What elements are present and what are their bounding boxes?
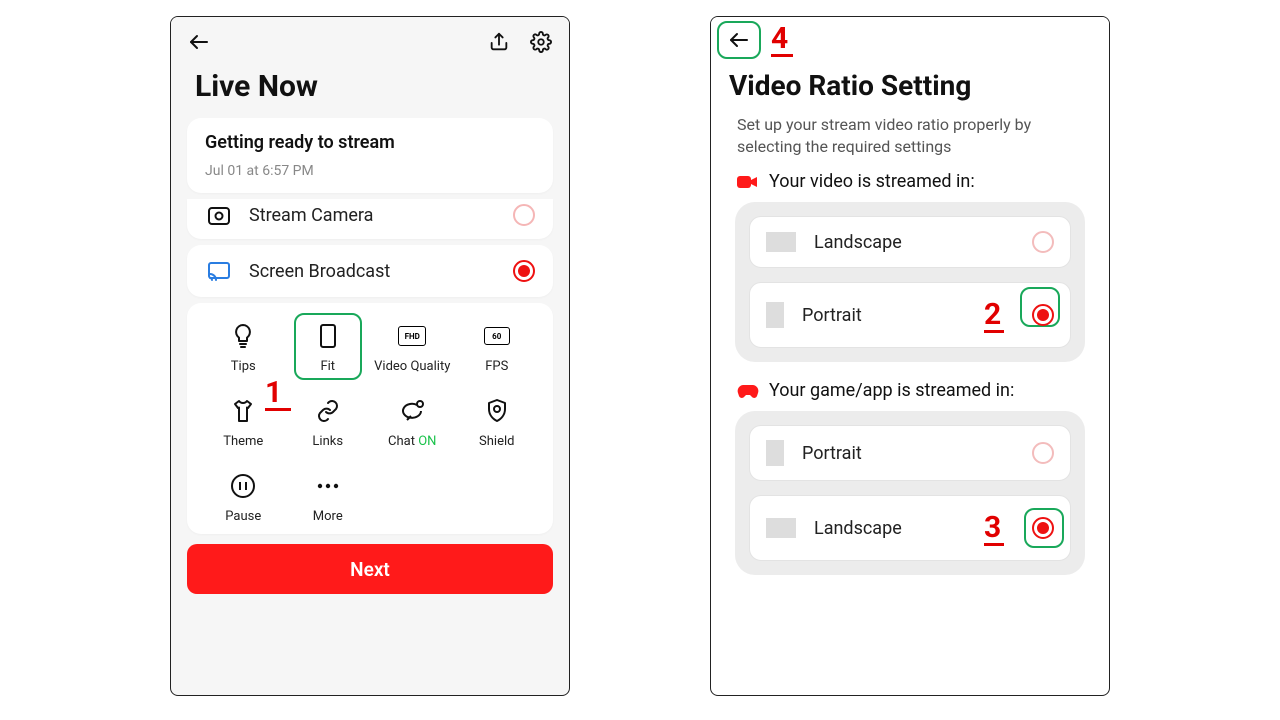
landscape-thumb-icon xyxy=(766,232,796,252)
tool-label: Video Quality xyxy=(374,359,450,374)
annotation-4: 4 xyxy=(771,21,793,57)
option-label: Portrait xyxy=(802,305,966,326)
status-card: Getting ready to stream Jul 01 at 6:57 P… xyxy=(187,118,553,193)
annotation-2: 2 xyxy=(984,297,1004,333)
portrait-thumb-icon xyxy=(766,440,784,466)
tool-label: Pause xyxy=(225,509,261,524)
game-ratio-group: Portrait Landscape 3 xyxy=(735,411,1085,575)
radio-selected[interactable] xyxy=(513,260,535,282)
fhd-icon: FHD xyxy=(397,321,427,351)
lightbulb-icon xyxy=(228,321,258,351)
option-landscape[interactable]: Landscape 3 xyxy=(749,495,1071,561)
status-time: Jul 01 at 6:57 PM xyxy=(205,163,535,179)
pause-icon xyxy=(228,471,258,501)
camera-icon xyxy=(205,201,233,229)
next-button[interactable]: Next xyxy=(187,544,553,594)
phone-live-now: Live Now Getting ready to stream Jul 01 … xyxy=(170,16,570,696)
video-camera-icon xyxy=(737,174,759,190)
annotation-3: 3 xyxy=(984,510,1004,546)
tool-label: Links xyxy=(312,434,343,449)
page-title: Live Now xyxy=(171,67,569,112)
option-label: Landscape xyxy=(814,518,966,539)
fps-icon: 60 xyxy=(482,321,512,351)
option-portrait[interactable]: Portrait xyxy=(749,425,1071,481)
option-label: Portrait xyxy=(802,443,1014,464)
tool-video-quality[interactable]: FHD Video Quality xyxy=(370,321,455,374)
radio-unselected[interactable] xyxy=(1032,442,1054,464)
tool-label: More xyxy=(313,509,343,524)
back-icon[interactable] xyxy=(185,28,213,56)
tool-label: Theme xyxy=(223,434,263,449)
annotation-1: 1 xyxy=(265,375,291,411)
tool-label: Tips xyxy=(231,359,256,374)
tool-more[interactable]: More xyxy=(286,471,371,524)
link-icon xyxy=(313,396,343,426)
option-label: Screen Broadcast xyxy=(249,261,497,282)
tool-grid: Tips Fit FHD Video Quality 60 FPS xyxy=(187,303,553,534)
appbar xyxy=(171,17,569,67)
video-ratio-group: Landscape Portrait 2 xyxy=(735,202,1085,362)
option-portrait[interactable]: Portrait 2 xyxy=(749,282,1071,348)
radio-unselected[interactable] xyxy=(513,204,535,226)
radio-unselected[interactable] xyxy=(1032,231,1054,253)
tshirt-icon xyxy=(228,396,258,426)
highlight-back xyxy=(717,21,761,59)
section-game-label: Your game/app is streamed in: xyxy=(711,378,1109,409)
section-video-label: Your video is streamed in: xyxy=(711,169,1109,200)
option-label: Landscape xyxy=(814,232,1014,253)
tool-links[interactable]: Links xyxy=(286,396,371,449)
shield-icon xyxy=(482,396,512,426)
page-description: Set up your stream video ratio properly … xyxy=(711,110,1109,169)
page-title: Video Ratio Setting xyxy=(711,63,1109,110)
option-stream-camera[interactable]: Stream Camera xyxy=(187,199,553,239)
option-screen-broadcast[interactable]: Screen Broadcast xyxy=(187,245,553,297)
phone-video-ratio: 4 Video Ratio Setting Set up your stream… xyxy=(710,16,1110,696)
gear-icon[interactable] xyxy=(527,28,555,56)
option-landscape[interactable]: Landscape xyxy=(749,216,1071,268)
highlight-box xyxy=(294,313,363,380)
status-heading: Getting ready to stream xyxy=(205,132,535,153)
tool-fit[interactable]: Fit xyxy=(286,321,371,374)
option-label: Stream Camera xyxy=(249,205,497,226)
share-icon[interactable] xyxy=(485,28,513,56)
tool-label: Chat ON xyxy=(388,434,436,449)
gamepad-icon xyxy=(737,383,759,399)
tool-pause[interactable]: Pause xyxy=(201,471,286,524)
portrait-thumb-icon xyxy=(766,302,784,328)
more-icon xyxy=(313,471,343,501)
cast-icon xyxy=(205,257,233,285)
tool-label: FPS xyxy=(485,359,508,374)
tool-tips[interactable]: Tips xyxy=(201,321,286,374)
tool-chat[interactable]: Chat ON xyxy=(370,396,455,449)
tool-fps[interactable]: 60 FPS xyxy=(455,321,540,374)
tool-shield[interactable]: Shield xyxy=(455,396,540,449)
landscape-thumb-icon xyxy=(766,518,796,538)
chat-icon xyxy=(397,396,427,426)
tool-label: Shield xyxy=(479,434,514,449)
